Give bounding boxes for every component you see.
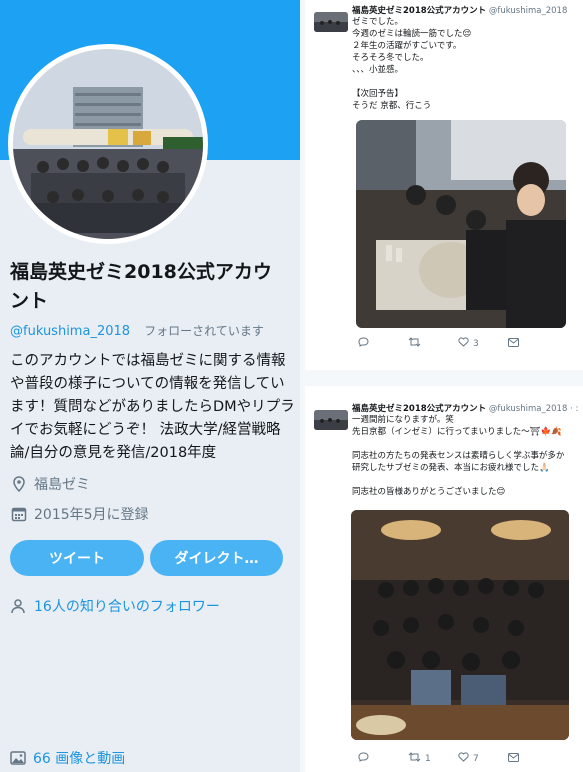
media-link[interactable]: 66 画像と動画	[10, 748, 125, 768]
tweet-text: 一週間前になりますが。笑 先日京都（インゼミ）に行ってまいりました〜⛩🍁🍂 同志…	[352, 415, 565, 497]
profile-bio: このアカウントでは福島ゼミに関する情報や普段の様子についての情報を発信しています…	[10, 353, 295, 461]
reply-button[interactable]	[358, 337, 408, 350]
dm-button[interactable]	[508, 337, 548, 350]
retweet-button[interactable]: 1	[408, 752, 458, 765]
tweet-avatar[interactable]	[314, 410, 348, 430]
tweet-author[interactable]: 福島英史ゼミ2018公式アカウント	[352, 404, 486, 414]
direct-message-button[interactable]: ダイレクト…	[150, 540, 283, 576]
profile-handle[interactable]: @fukushima_2018	[10, 324, 130, 339]
profile-name: 福島英史ゼミ2018公式アカウント	[10, 261, 272, 312]
tweet-avatar[interactable]	[314, 12, 348, 32]
handle-row: @fukushima_2018 フォローされています	[10, 322, 264, 339]
tweet-button[interactable]: ツイート	[10, 540, 144, 576]
follows-you-badge: フォローされています	[144, 324, 264, 338]
tweet-1[interactable]: 福島英史ゼミ2018公式アカウント @fukushima_2018 ゼミでした。…	[314, 0, 583, 365]
profile-joined: 2015年5月に登録	[10, 504, 149, 524]
like-icon	[458, 337, 469, 350]
tweet-handle[interactable]: @fukushima_2018	[489, 6, 567, 16]
mutual-followers-link[interactable]: 16人の知り合いのフォロワー	[10, 596, 220, 616]
tweet-actions: 3	[358, 337, 548, 350]
tweet-header: 福島英史ゼミ2018公式アカウント @fukushima_2018	[352, 4, 567, 16]
like-count: 3	[473, 338, 479, 349]
location-icon	[10, 475, 28, 493]
joined-text: 2015年5月に登録	[34, 507, 149, 523]
retweet-count: 1	[425, 753, 431, 764]
tweet-text: ゼミでした。 今週のゼミは輪読一筋でした😌 ２年生の活躍がすごいです。 そろそろ…	[352, 17, 472, 111]
dm-button[interactable]	[508, 752, 548, 765]
like-icon	[458, 752, 469, 765]
tweet-2[interactable]: 福島英史ゼミ2018公式アカウント @fukushima_2018 · : 一週…	[314, 396, 583, 772]
retweet-icon	[408, 752, 421, 765]
tweet-actions: 1 7	[358, 752, 548, 765]
media-count-text: 66 画像と動画	[33, 751, 126, 767]
reply-button[interactable]	[358, 752, 408, 765]
like-button[interactable]: 3	[458, 337, 508, 350]
tweet-handle[interactable]: @fukushima_2018 · :	[489, 404, 578, 414]
profile-location: 福島ゼミ	[10, 474, 90, 494]
profile-avatar[interactable]	[8, 44, 208, 244]
location-text: 福島ゼミ	[34, 477, 90, 493]
tweet-author[interactable]: 福島英史ゼミ2018公式アカウント	[352, 6, 486, 16]
reply-icon	[358, 752, 369, 765]
like-button[interactable]: 7	[458, 752, 508, 765]
tweet-separator	[305, 370, 583, 386]
retweet-button[interactable]	[408, 337, 458, 350]
image-icon	[10, 749, 28, 767]
tweet-header: 福島英史ゼミ2018公式アカウント @fukushima_2018 · :	[352, 402, 578, 414]
calendar-icon	[10, 505, 28, 523]
dm-icon	[508, 337, 519, 350]
people-icon	[10, 597, 28, 615]
profile-sidebar: 福島英史ゼミ2018公式アカウント @fukushima_2018 フォローされ…	[0, 0, 300, 772]
dm-icon	[508, 752, 519, 765]
like-count: 7	[473, 753, 479, 764]
tweet-photo[interactable]	[356, 120, 566, 328]
reply-icon	[358, 337, 369, 350]
tweet-photo[interactable]	[351, 510, 569, 740]
column-divider	[300, 0, 305, 772]
retweet-icon	[408, 337, 421, 350]
mutual-followers-text: 16人の知り合いのフォロワー	[34, 599, 220, 615]
